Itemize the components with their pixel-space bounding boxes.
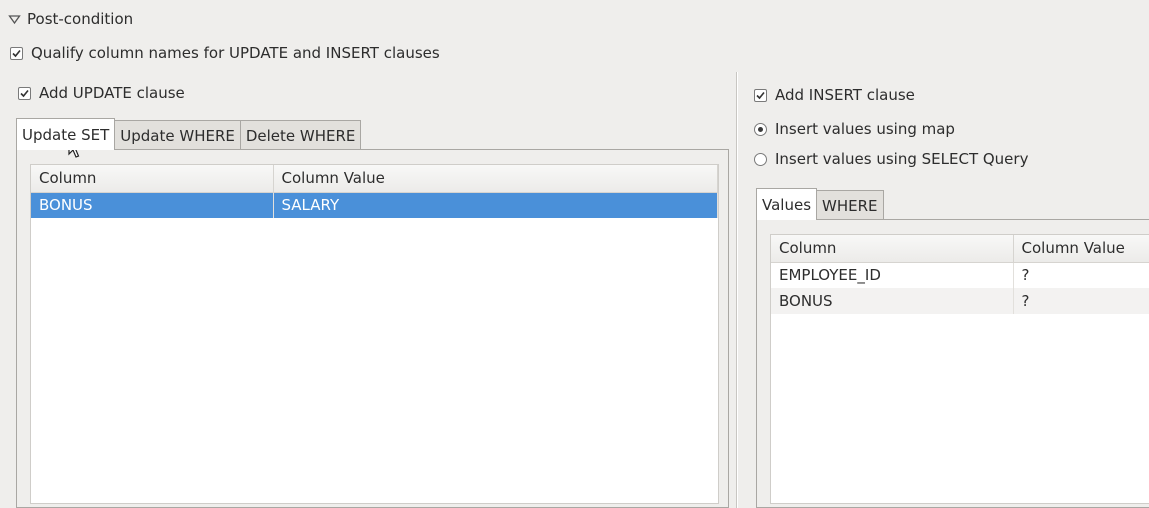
tab-update-where[interactable]: Update WHERE xyxy=(114,120,241,150)
tab-update-set[interactable]: Update SET xyxy=(16,118,116,150)
update-tabbar: Update SET Update WHERE Delete WHERE xyxy=(16,116,362,150)
post-condition-title: Post-condition xyxy=(27,10,134,28)
cell-value[interactable]: ? xyxy=(1013,262,1149,288)
table-row[interactable]: BONUS SALARY xyxy=(31,192,718,218)
insert-values-panel: Column Column Value EMPLOYEE_ID ? BONUS … xyxy=(756,219,1149,508)
cell-column[interactable]: EMPLOYEE_ID xyxy=(771,262,1014,288)
table-row[interactable]: BONUS ? xyxy=(771,288,1149,314)
add-insert-checkbox[interactable] xyxy=(754,88,767,102)
update-set-panel: Column Column Value BONUS SALARY xyxy=(16,149,729,508)
panel-divider[interactable] xyxy=(736,72,738,508)
insert-map-option[interactable]: Insert values using map xyxy=(754,118,955,140)
qualify-columns-checkbox[interactable] xyxy=(10,46,23,60)
qualify-columns-option[interactable]: Qualify column names for UPDATE and INSE… xyxy=(10,42,440,64)
add-update-checkbox[interactable] xyxy=(18,86,31,100)
insert-tabbar: Values WHERE xyxy=(756,186,884,220)
tab-values[interactable]: Values xyxy=(756,188,818,220)
column-value-header[interactable]: Column Value xyxy=(1013,235,1149,263)
cell-column[interactable]: BONUS xyxy=(771,288,1014,314)
insert-map-radio[interactable] xyxy=(754,122,767,136)
insert-map-label: Insert values using map xyxy=(775,120,955,138)
insert-values-table[interactable]: Column Column Value EMPLOYEE_ID ? BONUS … xyxy=(770,234,1149,504)
add-update-label: Add UPDATE clause xyxy=(39,84,185,102)
table-row[interactable]: EMPLOYEE_ID ? xyxy=(771,262,1149,288)
cell-value[interactable]: SALARY xyxy=(273,192,718,218)
add-insert-label: Add INSERT clause xyxy=(775,86,915,104)
add-update-option[interactable]: Add UPDATE clause xyxy=(18,82,185,104)
insert-select-label: Insert values using SELECT Query xyxy=(775,150,1029,168)
column-value-header[interactable]: Column Value xyxy=(273,165,718,193)
cell-column[interactable]: BONUS xyxy=(31,192,274,218)
insert-select-radio[interactable] xyxy=(754,152,767,166)
column-header[interactable]: Column xyxy=(771,235,1014,263)
collapse-triangle-icon[interactable] xyxy=(8,13,21,26)
post-condition-header[interactable]: Post-condition xyxy=(8,8,133,30)
insert-select-option[interactable]: Insert values using SELECT Query xyxy=(754,148,1028,170)
tab-where[interactable]: WHERE xyxy=(816,190,884,220)
qualify-columns-label: Qualify column names for UPDATE and INSE… xyxy=(31,44,440,62)
cell-value[interactable]: ? xyxy=(1013,288,1149,314)
update-set-table[interactable]: Column Column Value BONUS SALARY xyxy=(30,164,719,504)
add-insert-option[interactable]: Add INSERT clause xyxy=(754,84,915,106)
tab-delete-where[interactable]: Delete WHERE xyxy=(239,120,362,150)
column-header[interactable]: Column xyxy=(31,165,274,193)
